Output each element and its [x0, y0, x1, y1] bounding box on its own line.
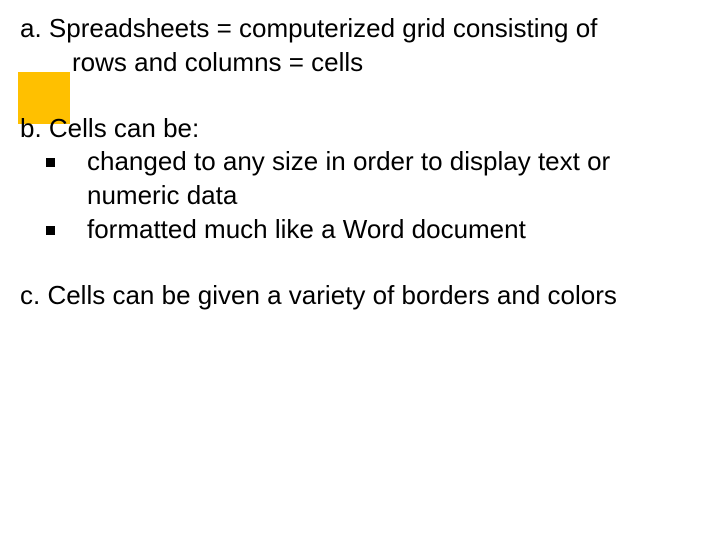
- item-a: a. Spreadsheets = computerized grid cons…: [20, 12, 698, 80]
- item-a-line2: rows and columns = cells: [72, 46, 698, 80]
- item-b-sub2-row: formatted much like a Word document: [46, 213, 698, 247]
- slide-body: a. Spreadsheets = computerized grid cons…: [20, 12, 698, 345]
- item-b: b. Cells can be: changed to any size in …: [20, 112, 698, 247]
- item-c-text: c. Cells can be given a variety of borde…: [20, 279, 698, 313]
- item-b-sub2: formatted much like a Word document: [87, 213, 698, 247]
- square-bullet-icon: [46, 158, 55, 167]
- item-b-sub1: changed to any size in order to display …: [87, 145, 698, 213]
- square-bullet-icon: [46, 226, 55, 235]
- item-b-sub1-row: changed to any size in order to display …: [46, 145, 698, 213]
- item-c: c. Cells can be given a variety of borde…: [20, 279, 698, 313]
- item-a-line1: a. Spreadsheets = computerized grid cons…: [20, 12, 698, 46]
- item-b-lead: b. Cells can be:: [20, 112, 698, 146]
- slide: a. Spreadsheets = computerized grid cons…: [0, 0, 720, 540]
